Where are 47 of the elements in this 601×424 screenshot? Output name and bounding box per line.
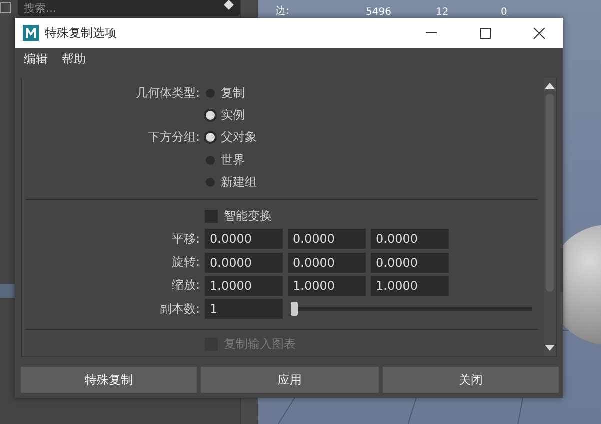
diamond-icon[interactable] xyxy=(224,0,234,10)
outliner-icon[interactable] xyxy=(0,1,14,15)
window-title: 特殊复制选项 xyxy=(45,24,118,42)
radio-button[interactable] xyxy=(206,88,215,98)
checkbox-label[interactable]: 智能变换 xyxy=(224,208,272,226)
menu-item[interactable]: 帮助 xyxy=(62,50,86,68)
radio-label[interactable]: 实例 xyxy=(221,106,245,124)
scroll-up-icon[interactable] xyxy=(545,82,555,90)
radio-button[interactable] xyxy=(206,156,215,165)
number-field[interactable]: 0.0000 xyxy=(205,229,283,250)
field-label: 旋转: xyxy=(170,254,200,272)
number-field[interactable]: 1 xyxy=(205,299,283,320)
duplicate-button[interactable]: 特殊复制 xyxy=(21,367,197,393)
field-label: 副本数: xyxy=(158,300,200,318)
slider-thumb[interactable] xyxy=(291,302,298,316)
radio-button[interactable] xyxy=(206,178,215,187)
search-field[interactable]: 搜索... xyxy=(18,0,240,16)
checkbox[interactable] xyxy=(205,210,218,224)
radio-label[interactable]: 新建组 xyxy=(221,174,257,191)
field-label: 下方分组: xyxy=(146,129,200,146)
number-field[interactable]: 0.0000 xyxy=(288,229,366,250)
radio-label[interactable]: 世界 xyxy=(221,152,245,169)
apply-button[interactable]: 应用 xyxy=(201,367,379,393)
close-button[interactable]: 关闭 xyxy=(383,367,559,393)
radio-label[interactable]: 父对象 xyxy=(221,129,257,146)
menu-item[interactable]: 编辑 xyxy=(24,50,48,68)
number-field[interactable]: 1.0000 xyxy=(371,276,449,296)
number-field[interactable]: 1.0000 xyxy=(205,276,283,296)
radio-button[interactable] xyxy=(206,110,215,120)
app-logo-icon xyxy=(23,25,39,41)
number-field[interactable]: 0.0000 xyxy=(371,252,449,273)
scroll-down-icon[interactable] xyxy=(545,344,555,352)
field-label: 几何体类型: xyxy=(134,84,200,102)
number-field[interactable]: 0.0000 xyxy=(205,252,283,273)
field-label: 平移: xyxy=(170,230,200,248)
stat-value: 5496 xyxy=(366,7,392,18)
stat-value: 0 xyxy=(501,7,508,18)
number-field[interactable]: 0.0000 xyxy=(371,229,449,250)
stat-label: 边: xyxy=(276,4,290,18)
radio-button[interactable] xyxy=(206,133,215,142)
stat-value: 12 xyxy=(436,7,450,18)
number-field[interactable]: 1.0000 xyxy=(288,276,366,296)
field-label: 缩放: xyxy=(170,277,200,294)
radio-label[interactable]: 复制 xyxy=(221,84,245,102)
maximize-icon[interactable] xyxy=(478,26,492,40)
number-field[interactable]: 0.0000 xyxy=(288,252,366,273)
close-icon[interactable] xyxy=(532,26,546,40)
